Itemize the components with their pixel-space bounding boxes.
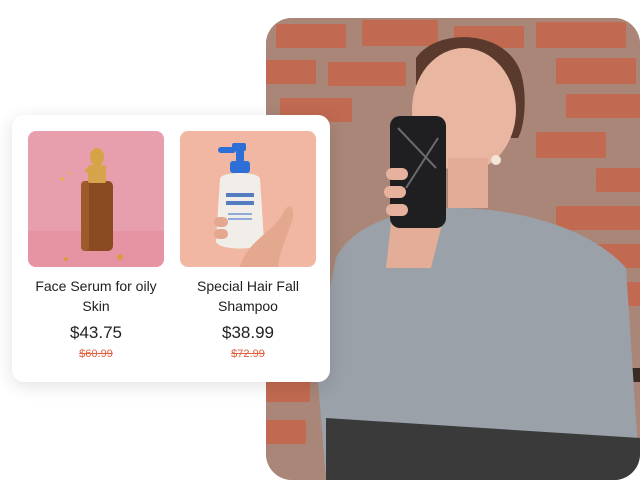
product-image-face-serum[interactable] xyxy=(28,131,164,267)
product-original-price: $60.99 xyxy=(79,348,113,360)
product-image-hair-shampoo[interactable] xyxy=(180,131,316,267)
product-item-face-serum[interactable]: Face Serum for oily Skin $43.75 $60.99 xyxy=(28,131,164,362)
product-price: $38.99 xyxy=(222,323,274,342)
product-item-hair-shampoo[interactable]: Special Hair Fall Shampoo $38.99 $72.99 xyxy=(180,131,316,362)
serum-dropper-bottle-icon xyxy=(28,131,164,267)
product-name[interactable]: Special Hair Fall Shampoo xyxy=(180,276,316,316)
cream-pump-bottle-icon xyxy=(180,131,316,267)
product-original-price: $72.99 xyxy=(231,348,265,360)
product-card: Face Serum for oily Skin $43.75 $60.99 S… xyxy=(12,115,330,382)
product-showcase: Face Serum for oily Skin $43.75 $60.99 S… xyxy=(0,0,640,498)
product-price: $43.75 xyxy=(70,323,122,342)
product-name[interactable]: Face Serum for oily Skin xyxy=(28,276,164,316)
